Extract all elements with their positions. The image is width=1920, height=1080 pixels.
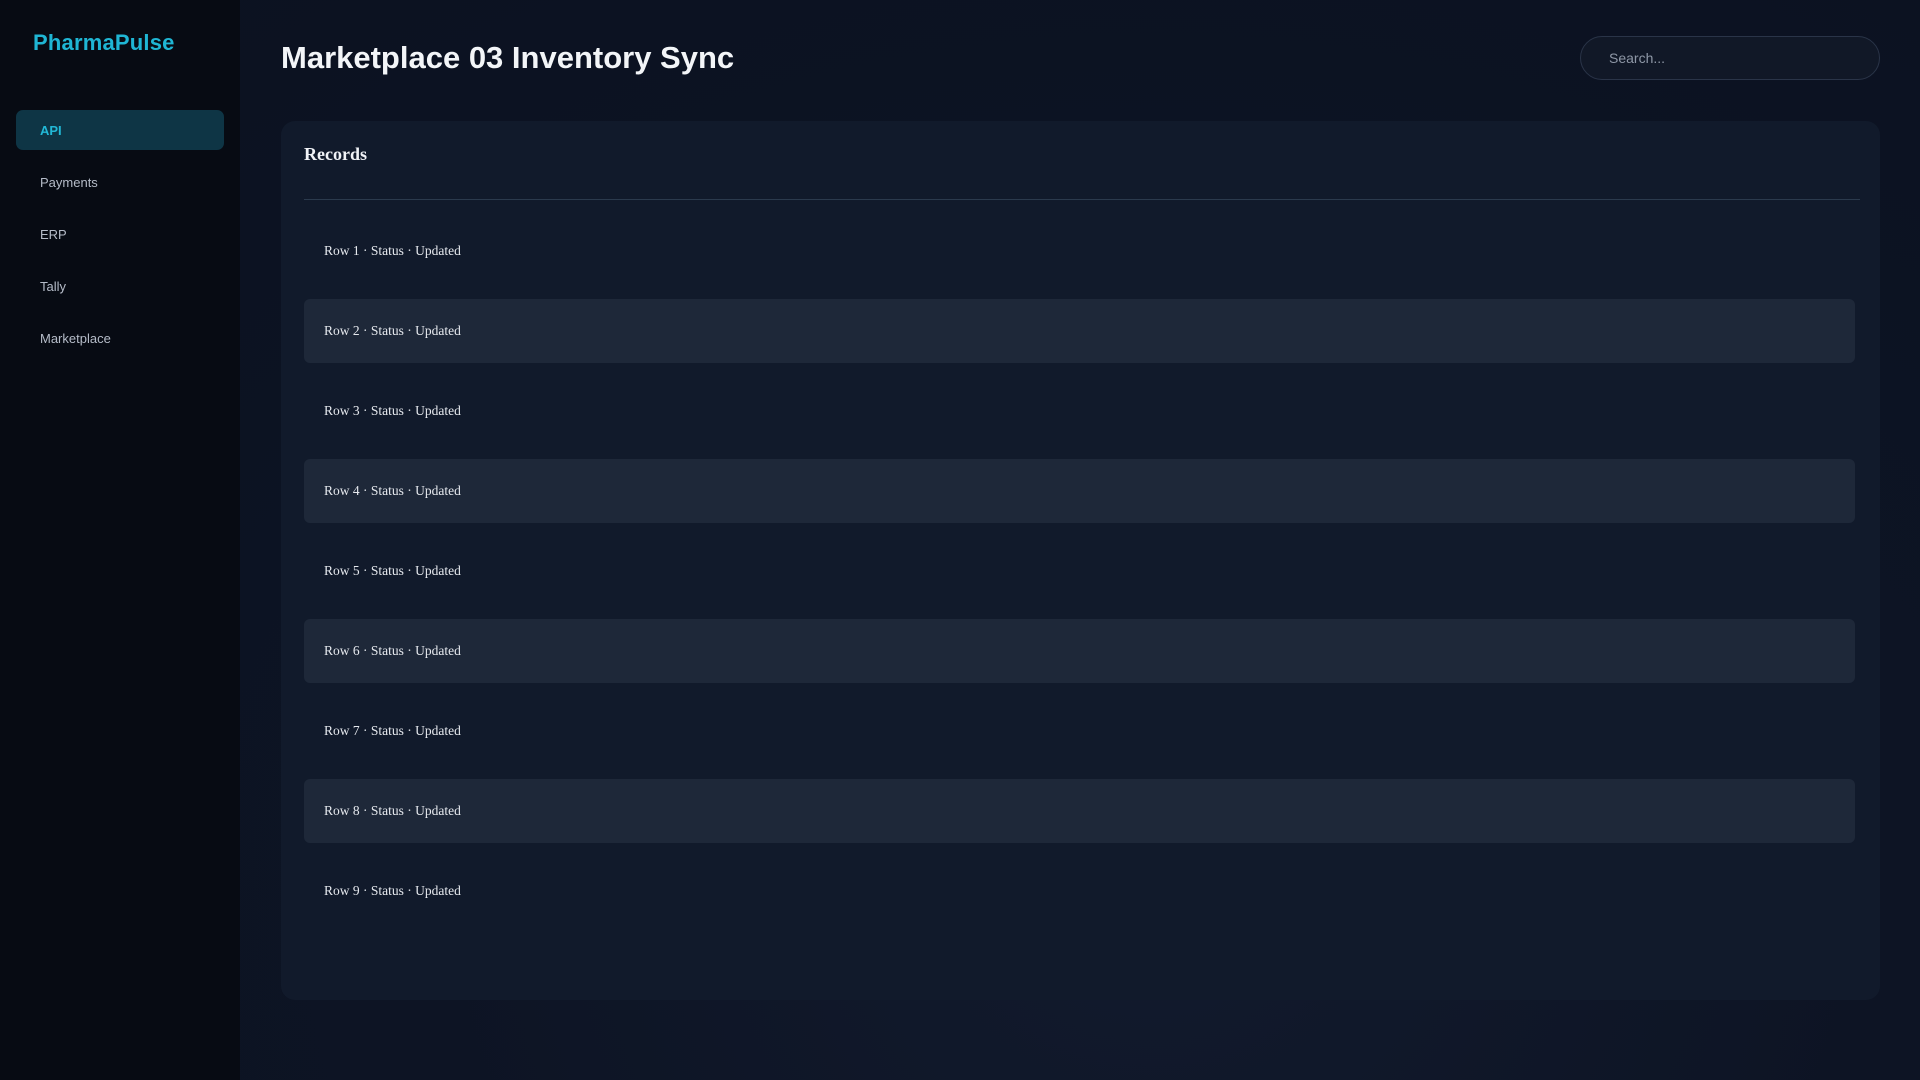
brand-logo[interactable]: PharmaPulse (33, 30, 175, 56)
records-list: Row 1 · Status · Updated Row 2 · Status … (304, 219, 1855, 939)
panel-divider (304, 199, 1860, 200)
records-panel: Records Row 1 · Status · Updated Row 2 ·… (281, 121, 1880, 1000)
sidebar: PharmaPulse API Payments ERP Tally Marke… (0, 0, 240, 1080)
sidebar-item-tally[interactable]: Tally (16, 266, 224, 306)
sidebar-item-erp[interactable]: ERP (16, 214, 224, 254)
search-input[interactable] (1580, 36, 1880, 80)
table-row[interactable]: Row 2 · Status · Updated (304, 299, 1855, 363)
app-window: PharmaPulse API Payments ERP Tally Marke… (0, 0, 1920, 1080)
table-row[interactable]: Row 8 · Status · Updated (304, 779, 1855, 843)
table-row[interactable]: Row 9 · Status · Updated (304, 859, 1855, 923)
table-row[interactable]: Row 6 · Status · Updated (304, 619, 1855, 683)
sidebar-item-marketplace[interactable]: Marketplace (16, 318, 224, 358)
table-row[interactable]: Row 5 · Status · Updated (304, 539, 1855, 603)
sidebar-item-payments[interactable]: Payments (16, 162, 224, 202)
table-row[interactable]: Row 7 · Status · Updated (304, 699, 1855, 763)
table-row[interactable]: Row 4 · Status · Updated (304, 459, 1855, 523)
table-row[interactable]: Row 1 · Status · Updated (304, 219, 1855, 283)
sidebar-item-api[interactable]: API (16, 110, 224, 150)
page-title: Marketplace 03 Inventory Sync (281, 40, 735, 75)
table-row[interactable]: Row 3 · Status · Updated (304, 379, 1855, 443)
sidebar-nav: API Payments ERP Tally Marketplace (16, 110, 224, 370)
records-title: Records (304, 144, 367, 164)
